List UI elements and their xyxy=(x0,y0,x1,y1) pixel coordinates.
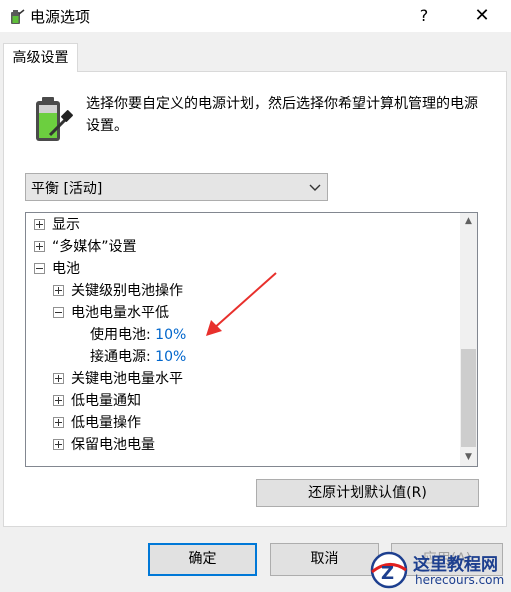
expand-icon[interactable] xyxy=(53,416,64,428)
expand-icon[interactable] xyxy=(53,394,64,406)
expand-icon[interactable] xyxy=(53,284,64,296)
on-battery-value[interactable]: 10% xyxy=(155,327,186,343)
annotation-arrow-icon xyxy=(206,272,277,336)
tree-item-plugged-in[interactable]: 接通电源: 10% xyxy=(90,346,186,368)
cancel-button[interactable]: 取消 xyxy=(270,543,379,576)
tree-scrollbar[interactable]: ▲ ▼ xyxy=(460,213,477,466)
chevron-down-icon xyxy=(309,184,321,191)
scrollbar-thumb[interactable] xyxy=(461,349,476,447)
tree-item-battery[interactable]: 电池 xyxy=(34,258,80,280)
intro-description: 选择你要自定义的电源计划，然后选择你希望计算机管理的电源设置。 xyxy=(86,96,478,134)
tree-item-on-battery[interactable]: 使用电池: 10% xyxy=(90,324,186,346)
watermark: Z 这里教程网 herecours.com xyxy=(365,548,511,592)
tree-item-reserve-battery-level[interactable]: 保留电池电量 xyxy=(53,434,155,456)
tree-item-low-battery-level[interactable]: 电池电量水平低 xyxy=(53,302,169,324)
tab-advanced-settings[interactable]: 高级设置 xyxy=(3,43,78,72)
expand-icon[interactable] xyxy=(34,240,45,252)
restore-defaults-button[interactable]: 还原计划默认值(R) xyxy=(256,479,479,507)
svg-text:Z: Z xyxy=(381,563,394,584)
tree-item-low-battery-notification[interactable]: 低电量通知 xyxy=(53,390,141,412)
power-plan-dropdown[interactable]: 平衡 [活动] xyxy=(25,173,328,201)
tree-item-multimedia[interactable]: “多媒体”设置 xyxy=(34,236,137,258)
battery-plug-icon xyxy=(36,97,73,141)
close-button[interactable]: ✕ xyxy=(462,0,502,32)
watermark-logo-icon: Z xyxy=(370,551,408,589)
watermark-url: herecours.com xyxy=(415,573,505,587)
plugged-in-value[interactable]: 10% xyxy=(155,349,186,365)
watermark-title: 这里教程网 xyxy=(413,555,498,575)
expand-icon[interactable] xyxy=(53,438,64,450)
window-title: 电源选项 xyxy=(30,8,91,26)
tree-item-low-battery-action[interactable]: 低电量操作 xyxy=(53,412,141,434)
title-bar: 电源选项 ? ✕ xyxy=(0,0,511,32)
power-options-icon xyxy=(11,9,25,24)
tree-item-critical-battery-action[interactable]: 关键级别电池操作 xyxy=(53,280,183,302)
collapse-icon[interactable] xyxy=(34,262,45,274)
power-plan-value: 平衡 [活动] xyxy=(31,181,103,197)
ok-button[interactable]: 确定 xyxy=(148,543,257,576)
scroll-up-icon[interactable]: ▲ xyxy=(460,213,477,230)
help-button[interactable]: ? xyxy=(408,0,440,32)
tree-item-critical-battery-level[interactable]: 关键电池电量水平 xyxy=(53,368,183,390)
expand-icon[interactable] xyxy=(53,372,64,384)
tree-item-display[interactable]: 显示 xyxy=(34,214,80,236)
scroll-down-icon[interactable]: ▼ xyxy=(460,449,477,466)
expand-icon[interactable] xyxy=(34,218,45,230)
collapse-icon[interactable] xyxy=(53,306,64,318)
